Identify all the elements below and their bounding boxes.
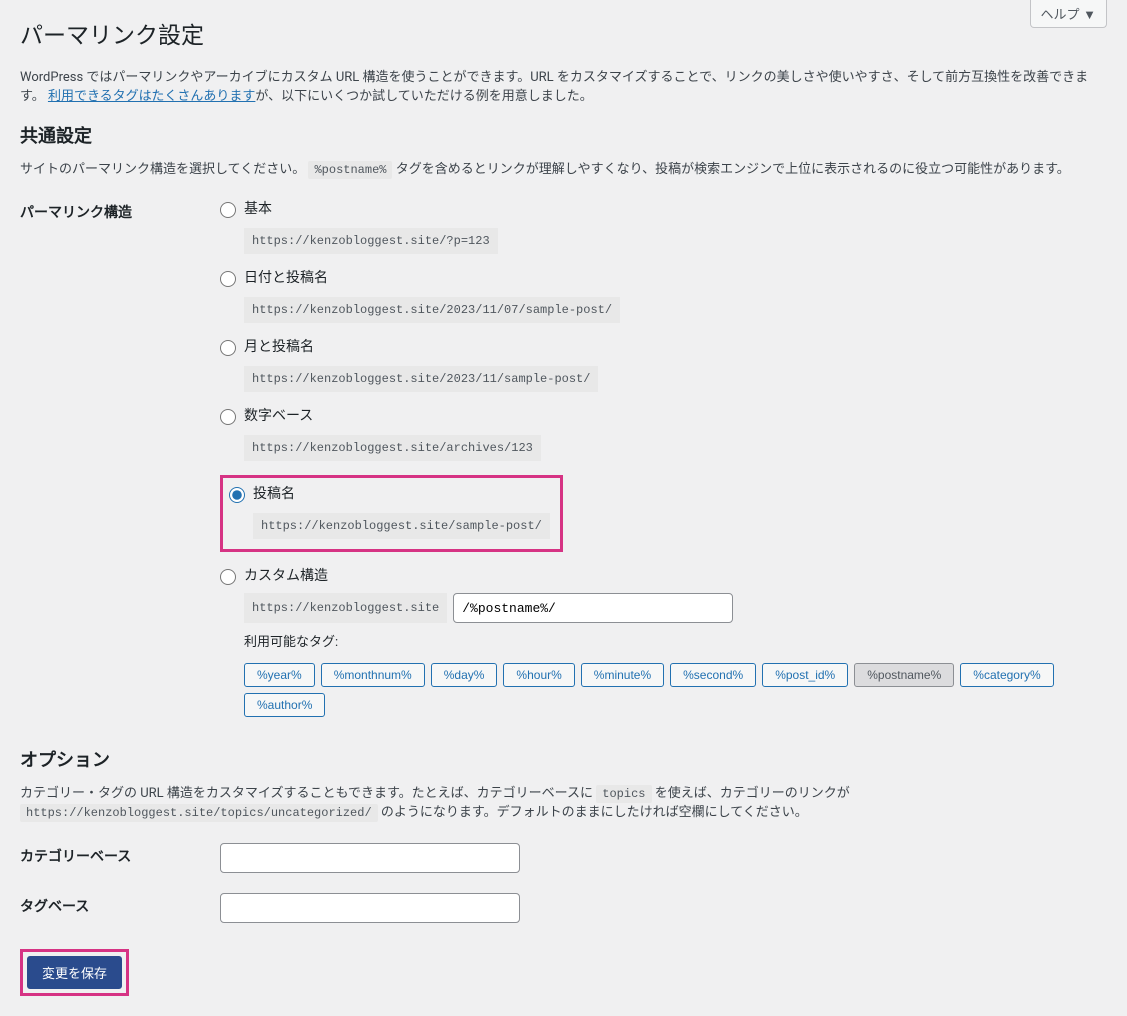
radio-custom[interactable] [220, 569, 236, 585]
category-base-input[interactable] [220, 843, 520, 873]
custom-structure-input[interactable] [453, 593, 733, 623]
radio-basic[interactable] [220, 202, 236, 218]
save-button[interactable]: 変更を保存 [27, 956, 122, 989]
tag-base-label: タグベース [20, 893, 220, 918]
postname-code: %postname% [308, 161, 392, 179]
radio-postname-label: 投稿名 [253, 484, 295, 505]
option-description: カテゴリー・タグの URL 構造をカスタマイズすることもできます。たとえば、カテ… [20, 784, 1107, 823]
common-description: サイトのパーマリンク構造を選択してください。 %postname% タグを含める… [20, 160, 1107, 180]
highlight-submit: 変更を保存 [20, 949, 129, 996]
tag-button[interactable]: %author% [244, 693, 325, 717]
tag-button[interactable]: %year% [244, 663, 315, 687]
highlight-postname: 投稿名 https://kenzobloggest.site/sample-po… [220, 475, 563, 552]
structure-label: パーマリンク構造 [20, 199, 220, 224]
tag-button[interactable]: %minute% [581, 663, 664, 687]
radio-numeric-label: 数字ベース [244, 406, 313, 427]
tag-button[interactable]: %second% [670, 663, 756, 687]
option-desc-pre: カテゴリー・タグの URL 構造をカスタマイズすることもできます。たとえば、カテ… [20, 786, 593, 801]
common-settings-heading: 共通設定 [20, 123, 1107, 150]
common-desc-pre: サイトのパーマリンク構造を選択してください。 [20, 162, 305, 177]
help-button[interactable]: ヘルプ ▼ [1030, 0, 1107, 28]
url-month-name: https://kenzobloggest.site/2023/11/sampl… [244, 366, 598, 392]
option-month-name: 月と投稿名 https://kenzobloggest.site/2023/11… [220, 337, 1107, 392]
radio-date-name-label: 日付と投稿名 [244, 268, 328, 289]
available-tags-link[interactable]: 利用できるタグはたくさんあります [48, 89, 255, 104]
option-desc-mid: を使えば、カテゴリーのリンクが [655, 786, 850, 801]
tag-button[interactable]: %post_id% [762, 663, 848, 687]
page-title: パーマリンク設定 [20, 10, 1107, 58]
common-desc-post: タグを含めるとリンクが理解しやすくなり、投稿が検索エンジンで上位に表示されるのに… [396, 162, 1070, 177]
tag-button[interactable]: %monthnum% [321, 663, 425, 687]
radio-date-name[interactable] [220, 271, 236, 287]
option-custom: カスタム構造 https://kenzobloggest.site 利用可能なタ… [220, 566, 1107, 717]
option-desc-post: のようになります。デフォルトのままにしたければ空欄にしてください。 [381, 805, 808, 820]
tag-buttons-container: %year%%monthnum%%day%%hour% %minute%%seco… [244, 663, 1107, 717]
radio-numeric[interactable] [220, 409, 236, 425]
url-basic: https://kenzobloggest.site/?p=123 [244, 228, 498, 254]
tag-button[interactable]: %category% [960, 663, 1053, 687]
option-basic: 基本 https://kenzobloggest.site/?p=123 [220, 199, 1107, 254]
custom-prefix: https://kenzobloggest.site [244, 593, 447, 623]
radio-month-name-label: 月と投稿名 [244, 337, 314, 358]
category-base-label: カテゴリーベース [20, 843, 220, 868]
radio-postname[interactable] [229, 487, 245, 503]
url-postname: https://kenzobloggest.site/sample-post/ [253, 513, 550, 539]
topics-code: topics [596, 785, 651, 803]
intro-text-2: が、以下にいくつか試していただける例を用意しました。 [255, 89, 592, 104]
tag-button[interactable]: %postname% [854, 663, 954, 687]
tag-button[interactable]: %hour% [503, 663, 574, 687]
tag-button[interactable]: %day% [431, 663, 498, 687]
option-numeric: 数字ベース https://kenzobloggest.site/archive… [220, 406, 1107, 461]
url-date-name: https://kenzobloggest.site/2023/11/07/sa… [244, 297, 620, 323]
available-tags-label: 利用可能なタグ: [244, 633, 1107, 653]
url-numeric: https://kenzobloggest.site/archives/123 [244, 435, 541, 461]
option-postname: 投稿名 https://kenzobloggest.site/sample-po… [229, 484, 550, 539]
option-section-heading: オプション [20, 747, 1107, 774]
radio-month-name[interactable] [220, 340, 236, 356]
radio-custom-label: カスタム構造 [244, 566, 328, 587]
intro-paragraph: WordPress ではパーマリンクやアーカイブにカスタム URL 構造を使うこ… [20, 68, 1107, 107]
radio-basic-label: 基本 [244, 199, 272, 220]
tag-base-input[interactable] [220, 893, 520, 923]
topics-url-code: https://kenzobloggest.site/topics/uncate… [20, 804, 378, 822]
option-date-name: 日付と投稿名 https://kenzobloggest.site/2023/1… [220, 268, 1107, 323]
